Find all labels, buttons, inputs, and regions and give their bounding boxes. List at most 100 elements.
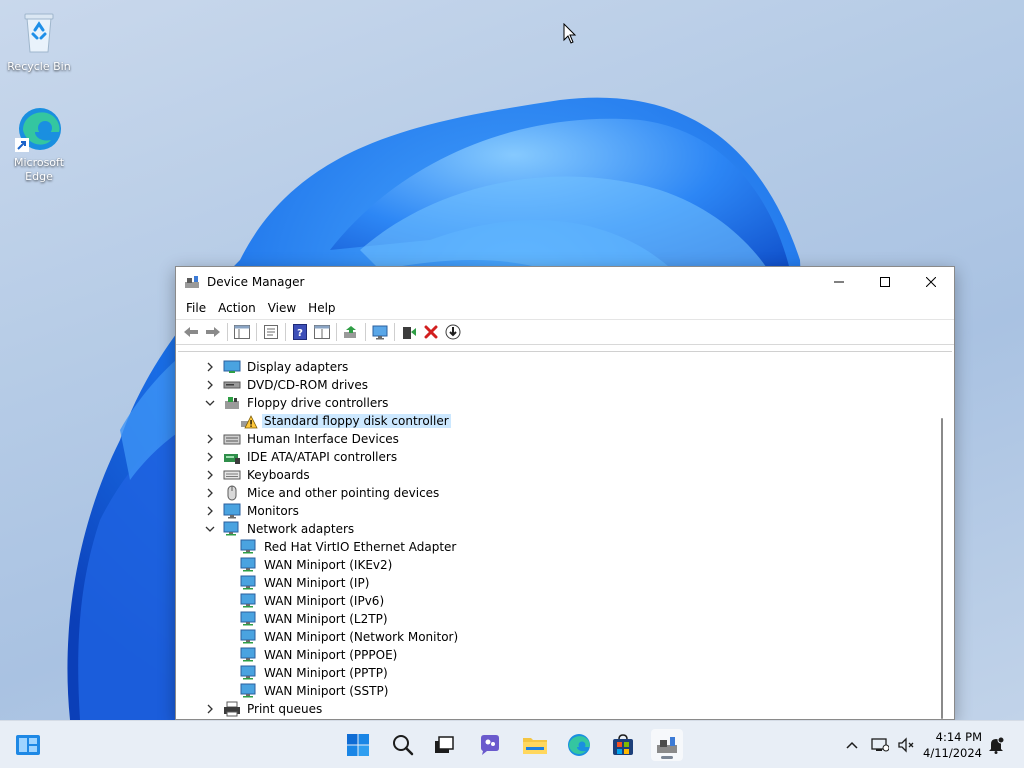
desktop-icon-recycle-bin[interactable]: Recycle Bin — [3, 8, 75, 74]
hid-icon — [223, 431, 241, 447]
scan-monitor-icon — [372, 325, 388, 340]
chevron-right-icon[interactable] — [203, 502, 217, 520]
tree-category[interactable]: Print queues — [203, 700, 324, 718]
help-book-icon: ? — [293, 324, 307, 340]
view-panel-icon — [314, 325, 330, 339]
tree-category[interactable]: IDE ATA/ATAPI controllers — [203, 448, 399, 466]
uninstall-device-button[interactable] — [420, 321, 442, 343]
task-view-button[interactable] — [428, 729, 460, 761]
properties-button[interactable] — [260, 321, 282, 343]
back-button[interactable] — [180, 321, 202, 343]
chevron-right-icon[interactable] — [203, 376, 217, 394]
tree-item-label: WAN Miniport (L2TP) — [264, 612, 388, 626]
active-indicator — [661, 756, 673, 759]
menu-help[interactable]: Help — [302, 299, 341, 317]
menu-view[interactable]: View — [262, 299, 302, 317]
scan-hardware-button[interactable] — [369, 321, 391, 343]
forward-button[interactable] — [202, 321, 224, 343]
edge-taskbar-button[interactable] — [563, 729, 595, 761]
tree-device[interactable]: WAN Miniport (PPPOE) — [240, 646, 399, 664]
menu-action[interactable]: Action — [212, 299, 262, 317]
tree-item-label: Mice and other pointing devices — [247, 486, 440, 500]
chevron-up-icon — [846, 741, 858, 749]
task-view-icon — [435, 736, 454, 753]
maximize-icon — [880, 277, 890, 287]
clock[interactable]: 4:14 PM 4/11/2024 — [923, 729, 982, 761]
toolbar-separator — [227, 323, 228, 341]
device-manager-window[interactable]: Device Manager File Action View Help ? D… — [175, 266, 955, 720]
toolbar-separator — [256, 323, 257, 341]
chevron-down-icon[interactable] — [203, 520, 217, 538]
download-driver-button[interactable] — [442, 321, 464, 343]
tree-device[interactable]: WAN Miniport (Network Monitor) — [240, 628, 460, 646]
tree-device[interactable]: WAN Miniport (IP) — [240, 574, 371, 592]
mouse-cursor-icon — [563, 23, 577, 44]
chevron-right-icon[interactable] — [203, 430, 217, 448]
help-button[interactable]: ? — [289, 321, 311, 343]
title-bar[interactable]: Device Manager — [176, 267, 954, 297]
chat-button[interactable] — [474, 729, 506, 761]
tree-device[interactable]: WAN Miniport (IKEv2) — [240, 556, 394, 574]
tree-category[interactable]: Network adapters — [203, 520, 356, 538]
widgets-button[interactable] — [12, 729, 44, 761]
close-button[interactable] — [908, 267, 954, 297]
tree-item-label: IDE ATA/ATAPI controllers — [247, 450, 398, 464]
start-button[interactable] — [342, 729, 374, 761]
desktop-icon-label: Microsoft Edge — [13, 156, 65, 183]
network-adapter-icon — [240, 683, 258, 699]
tree-category[interactable]: Keyboards — [203, 466, 312, 484]
add-driver-button[interactable] — [398, 321, 420, 343]
chevron-right-icon[interactable] — [203, 700, 217, 718]
tree-device[interactable]: Standard floppy disk controller — [240, 412, 451, 430]
properties-icon — [264, 325, 278, 339]
tree-item-label: WAN Miniport (IPv6) — [264, 594, 385, 608]
tree-item-label: Floppy drive controllers — [247, 396, 389, 410]
tree-item-label: WAN Miniport (IP) — [264, 576, 370, 590]
chevron-right-icon[interactable] — [203, 358, 217, 376]
chevron-right-icon[interactable] — [203, 466, 217, 484]
show-hide-console-tree-button[interactable] — [231, 321, 253, 343]
update-driver-icon — [344, 326, 356, 338]
device-manager-taskbar-button[interactable] — [651, 729, 683, 761]
tree-device[interactable]: WAN Miniport (SSTP) — [240, 682, 390, 700]
tree-category[interactable]: Human Interface Devices — [203, 430, 401, 448]
tree-category[interactable]: DVD/CD-ROM drives — [203, 376, 370, 394]
notifications-button[interactable] — [986, 735, 1006, 755]
show-hidden-icons-button[interactable] — [842, 735, 862, 755]
network-adapter-icon — [240, 593, 258, 609]
chevron-down-icon[interactable] — [203, 394, 217, 412]
add-driver-icon — [403, 327, 416, 339]
network-icon — [871, 738, 889, 752]
chevron-right-icon[interactable] — [203, 484, 217, 502]
tree-item-label: Display adapters — [247, 360, 349, 374]
store-button[interactable] — [607, 729, 639, 761]
desktop-icon-edge[interactable]: Microsoft Edge — [3, 104, 75, 184]
tree-item-label: Red Hat VirtIO Ethernet Adapter — [264, 540, 457, 554]
toolbar-separator — [285, 323, 286, 341]
minimize-button[interactable] — [816, 267, 862, 297]
search-button[interactable] — [387, 729, 419, 761]
scrollbar-thumb[interactable] — [941, 418, 943, 719]
view-button[interactable] — [311, 321, 333, 343]
maximize-button[interactable] — [862, 267, 908, 297]
toolbar-separator — [336, 323, 337, 341]
tree-device[interactable]: Red Hat VirtIO Ethernet Adapter — [240, 538, 458, 556]
device-tree[interactable]: Display adapters DVD/CD-ROM drives Floppy … — [178, 351, 952, 719]
tree-category[interactable]: Floppy drive controllers — [203, 394, 390, 412]
chevron-right-icon[interactable] — [203, 448, 217, 466]
tree-device[interactable]: WAN Miniport (L2TP) — [240, 610, 390, 628]
tree-category[interactable]: Mice and other pointing devices — [203, 484, 441, 502]
volume-tray-button[interactable] — [896, 735, 916, 755]
network-adapter-icon — [240, 629, 258, 645]
network-tray-button[interactable] — [870, 735, 890, 755]
menu-file[interactable]: File — [180, 299, 212, 317]
chat-icon — [481, 735, 499, 755]
file-explorer-button[interactable] — [519, 729, 551, 761]
tree-device[interactable]: WAN Miniport (PPTP) — [240, 664, 390, 682]
tree-device[interactable]: WAN Miniport (IPv6) — [240, 592, 386, 610]
update-driver-button[interactable] — [340, 321, 362, 343]
vertical-scrollbar[interactable] — [936, 352, 948, 719]
tree-category[interactable]: Monitors — [203, 502, 301, 520]
tree-category[interactable]: Display adapters — [203, 358, 350, 376]
taskbar: 4:14 PM 4/11/2024 — [0, 720, 1024, 768]
